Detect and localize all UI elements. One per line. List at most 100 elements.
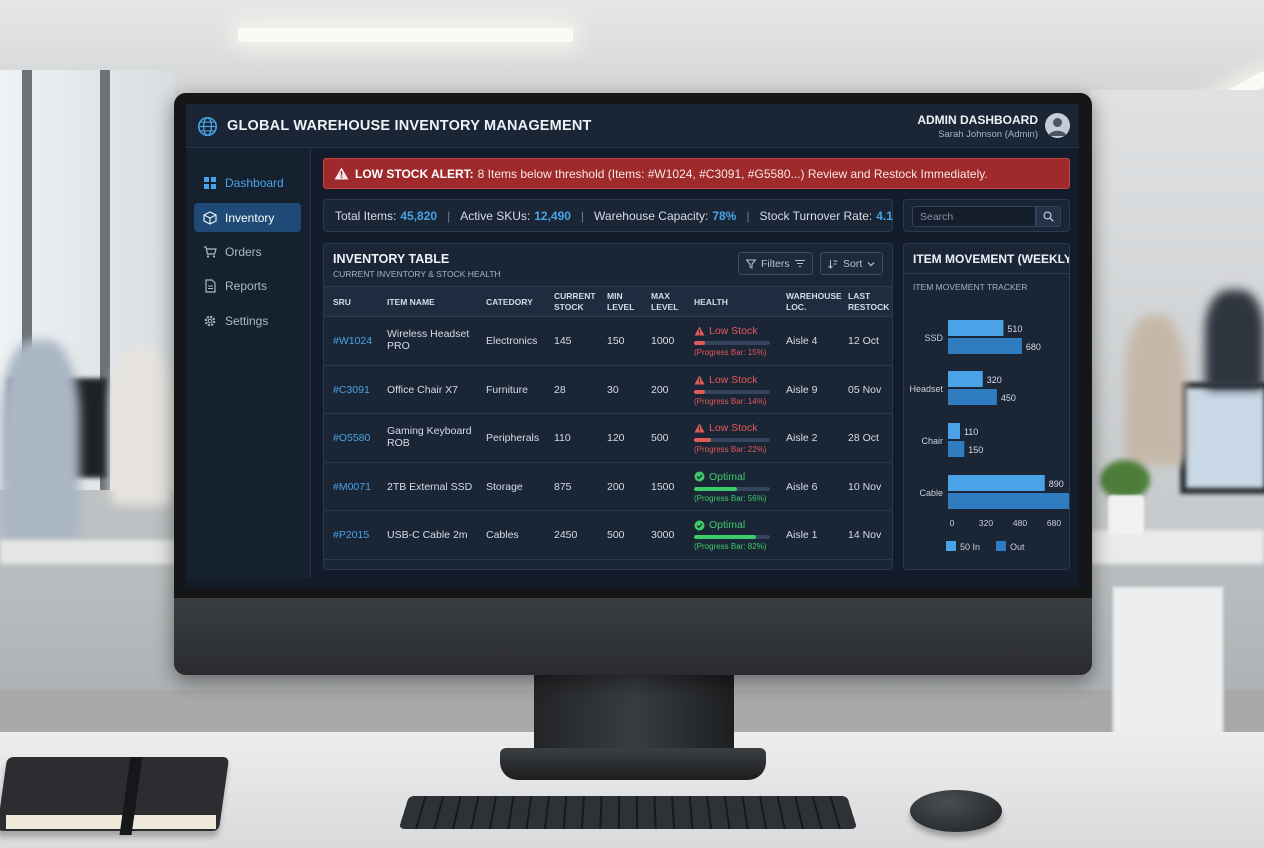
alert-heading: LOW STOCK ALERT:: [355, 166, 474, 181]
category-label: SSD: [924, 333, 943, 343]
data-label: 510: [1007, 324, 1022, 334]
table-row[interactable]: #P2015 USB-C Cable 2m Cables 2450 500 3000 Ais…: [324, 511, 892, 560]
monitor-chin: [174, 598, 1092, 675]
column-header-sku[interactable]: SRU: [333, 297, 351, 308]
monitor-stand-base: [500, 748, 766, 780]
active-skus-label: Active SKUs:: [460, 208, 531, 223]
legend-label: Out: [1010, 542, 1025, 552]
current-stock-cell: 28: [554, 383, 566, 396]
header-line: CURRENT: [554, 291, 596, 301]
stock-progress-bar: [694, 341, 770, 345]
globe-icon: [197, 116, 218, 137]
warning-icon: [694, 375, 705, 384]
sidebar-item-reports[interactable]: Reports: [194, 271, 301, 300]
admin-user-name: Sarah Johnson (Admin): [938, 129, 1038, 140]
sidebar-item-settings[interactable]: Settings: [194, 306, 301, 335]
sidebar-item-label: Inventory: [225, 210, 275, 225]
last-restock-cell: 28 Oct: [848, 432, 879, 444]
sku-cell[interactable]: #C3091: [333, 384, 370, 396]
current-stock-cell: 145: [554, 335, 572, 347]
stock-progress-fill: [694, 535, 757, 539]
table-row[interactable]: #M0071 2TB External SSD Storage 875 200 1500 A…: [324, 463, 892, 511]
max-level-cell: 500: [651, 432, 669, 444]
filters-label: Filters: [761, 257, 790, 270]
table-row[interactable]: #O5580 Gaming Keyboard ROB Peripherals 110 12…: [324, 414, 892, 463]
sidebar-item-orders[interactable]: Orders: [194, 237, 301, 266]
item-name-line: 2TB External SSD: [387, 480, 473, 493]
table-row[interactable]: #W1024 Wireless Headset PRO Electronics 145 1…: [324, 317, 892, 366]
health-label: Optimal: [709, 470, 746, 483]
filters-button[interactable]: Filters: [738, 252, 813, 275]
total-items-label: Total Items:: [335, 208, 397, 223]
check-circle-icon: [694, 520, 705, 530]
sidebar-item-dashboard[interactable]: Dashboard: [194, 168, 301, 197]
stock-progress-bar: [694, 486, 770, 491]
max-level-cell: 1500: [651, 480, 675, 493]
max-level-cell: 200: [651, 383, 669, 396]
stats-divider: |: [580, 208, 585, 223]
sku-cell[interactable]: #W1024: [333, 335, 372, 347]
screen: GLOBAL WAREHOUSE INVENTORY MANAGEMENT AD…: [186, 104, 1079, 587]
category-cell: Furniture: [486, 383, 529, 396]
column-header-last-restock[interactable]: LAST RESTOCK: [848, 291, 889, 313]
category-cell: Cables: [486, 529, 519, 541]
background-person: [1125, 315, 1185, 465]
total-items-value: 45,820: [400, 208, 438, 223]
warning-icon: [694, 423, 705, 433]
health-label: Optimal: [709, 519, 746, 531]
menu-icon: [794, 260, 805, 267]
column-header-max-level[interactable]: MAX LEVEL: [651, 291, 678, 313]
current-stock-cell: 2450: [554, 529, 578, 541]
sort-button[interactable]: Sort: [820, 252, 884, 275]
table-title: INVENTORY TABLE: [333, 252, 450, 266]
search-input[interactable]: [912, 206, 1036, 227]
column-header-warehouse-loc[interactable]: WAREHOUSE LOC.: [786, 291, 842, 313]
stock-progress-fill: [694, 389, 705, 394]
category-cell: Electronics: [486, 335, 538, 347]
bar-cable-in: [948, 475, 1045, 491]
header-line: RESTOCK: [848, 302, 890, 312]
mouse[interactable]: [910, 790, 1002, 832]
search-button[interactable]: [1036, 206, 1061, 227]
data-label: 110: [964, 427, 978, 437]
min-level-cell: 200: [607, 480, 625, 493]
warehouse-location-cell: Aisle 9: [786, 383, 818, 396]
item-movement-chart: SSD 510 680 Headset 320 450 Chair 110 150 Cable 89…: [909, 320, 1069, 552]
data-label: 890: [1049, 479, 1064, 489]
grid-icon: [204, 176, 216, 189]
keyboard[interactable]: [398, 795, 858, 829]
warning-icon: [694, 326, 705, 336]
header-line: LEVEL: [607, 302, 635, 312]
header-line: WAREHOUSE: [786, 291, 842, 301]
avatar[interactable]: [1045, 113, 1070, 138]
sku-cell[interactable]: #P2015: [333, 529, 369, 541]
bar-headset-out: [948, 389, 997, 405]
sidebar: Dashboard Inventory Orders Reports Setti…: [186, 148, 311, 587]
header-line: LAST: [848, 291, 871, 301]
legend-swatch: [946, 541, 956, 551]
item-name-cell: Gaming Keyboard ROB: [387, 425, 472, 449]
active-skus-value: 12,490: [534, 208, 571, 223]
column-header-item-name[interactable]: ITEM NAME: [387, 297, 435, 308]
column-header-min-level[interactable]: MIN LEVEL: [607, 291, 634, 313]
stock-progress-fill: [694, 341, 706, 345]
background-desk: [0, 540, 180, 564]
stock-progress-bar: [694, 389, 770, 394]
progress-caption: (Progress Bar: 82%): [694, 542, 767, 551]
table-row[interactable]: #C3091 Office Chair X7 Furniture 28 30 200 Ais…: [324, 366, 892, 414]
sku-cell[interactable]: #O5580: [333, 432, 370, 444]
item-name-line: Office Chair X7: [387, 383, 459, 396]
current-stock-cell: 110: [554, 432, 571, 444]
app-title: GLOBAL WAREHOUSE INVENTORY MANAGEMENT: [227, 118, 592, 134]
x-tick-label: 0: [950, 518, 955, 528]
sidebar-item-inventory[interactable]: Inventory: [194, 203, 301, 232]
sku-cell[interactable]: #M0071: [333, 481, 371, 493]
header-line: LOC.: [786, 302, 807, 312]
column-header-current-stock[interactable]: CURRENT STOCK: [554, 291, 596, 313]
max-level-cell: 1000: [651, 335, 675, 347]
column-header-health[interactable]: HEALTH: [694, 297, 728, 308]
background-person: [0, 340, 80, 540]
ceiling-light: [238, 28, 573, 42]
column-header-category[interactable]: CATEDORY: [486, 297, 533, 308]
chevron-down-icon: [867, 261, 875, 266]
